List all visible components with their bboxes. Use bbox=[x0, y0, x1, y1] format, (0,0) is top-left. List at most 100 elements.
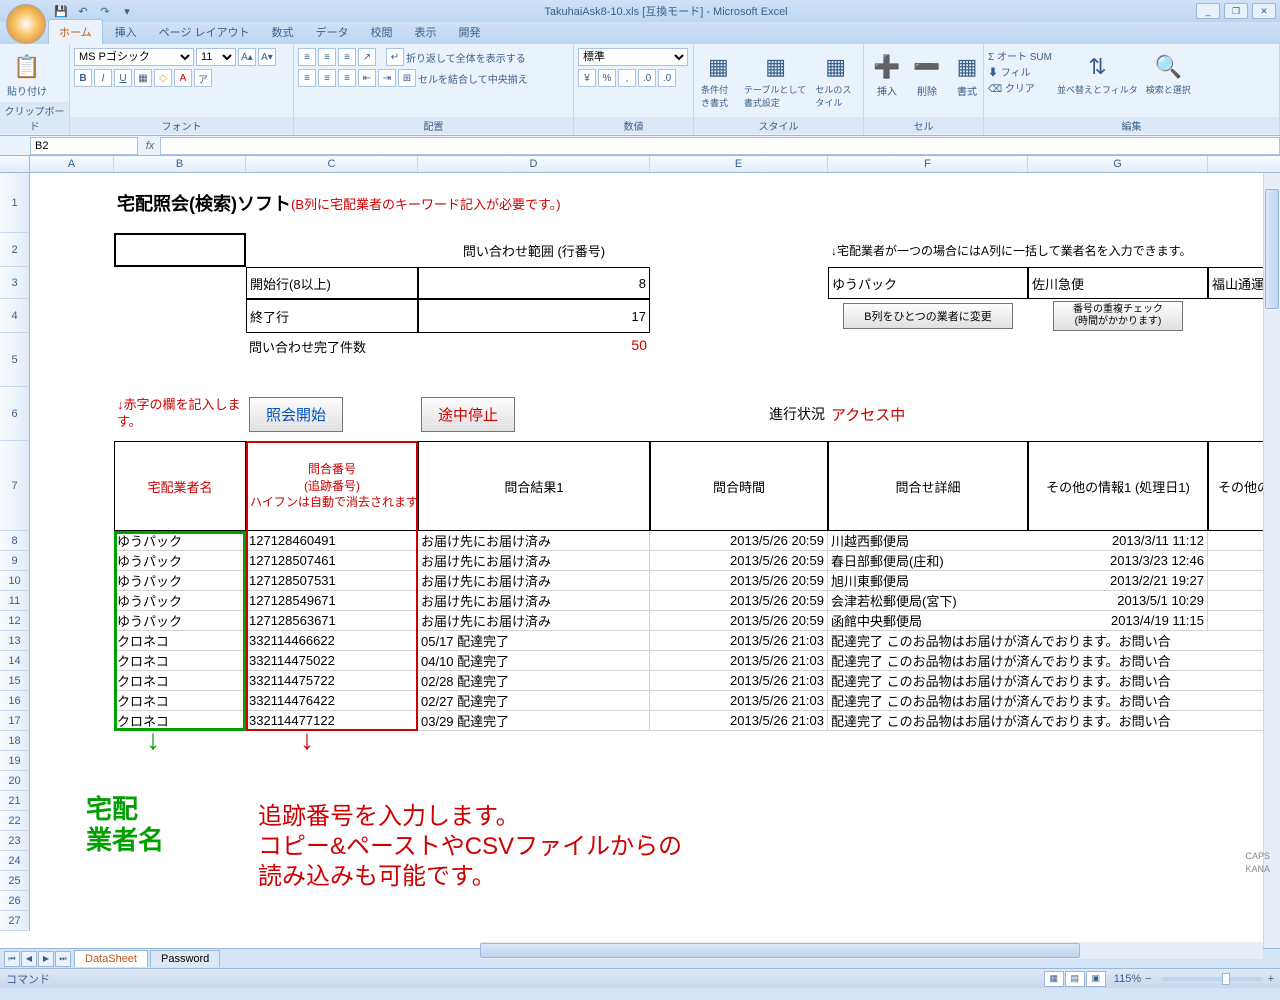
cell[interactable]: 2013/5/26 20:59 bbox=[650, 611, 828, 631]
minimize-button[interactable]: _ bbox=[1196, 3, 1220, 19]
cell[interactable]: 問合結果1 bbox=[418, 441, 650, 531]
row-header[interactable]: 10 bbox=[0, 571, 30, 591]
view-normal-button[interactable]: ▦ bbox=[1044, 971, 1064, 987]
cell[interactable]: 127128460491 bbox=[246, 531, 418, 551]
tab-nav-prev[interactable]: ◀ bbox=[21, 951, 37, 967]
cell[interactable]: 2013/2/21 19:27 bbox=[1028, 571, 1208, 591]
italic-button[interactable]: I bbox=[94, 69, 112, 87]
cell[interactable]: 332114475722 bbox=[246, 671, 418, 691]
worksheet[interactable]: A B C D E F G 12345678910111213141516171… bbox=[0, 156, 1280, 948]
start-query-button[interactable]: 照会開始 bbox=[249, 397, 343, 432]
fill-button[interactable]: ⬇ フィル bbox=[988, 64, 1052, 79]
cell[interactable]: 127128563671 bbox=[246, 611, 418, 631]
font-size-select[interactable]: 11 bbox=[196, 48, 236, 66]
underline-button[interactable]: U bbox=[114, 69, 132, 87]
cell[interactable]: クロネコ bbox=[114, 631, 246, 651]
col-header-b[interactable]: B bbox=[114, 156, 246, 172]
tab-dev[interactable]: 開発 bbox=[449, 20, 491, 44]
qat-dropdown-icon[interactable]: ▾ bbox=[118, 2, 136, 20]
undo-icon[interactable]: ↶ bbox=[74, 2, 92, 20]
cell[interactable]: その他の情報1 (処理日1) bbox=[1028, 441, 1208, 531]
col-header-f[interactable]: F bbox=[828, 156, 1028, 172]
row-header[interactable]: 18 bbox=[0, 731, 30, 751]
cell[interactable]: 問い合わせ完了件数 bbox=[246, 333, 418, 387]
redo-icon[interactable]: ↷ bbox=[96, 2, 114, 20]
close-button[interactable]: ✕ bbox=[1252, 3, 1276, 19]
row-header[interactable]: 14 bbox=[0, 651, 30, 671]
wrap-text-button[interactable]: 折り返して全体を表示する bbox=[406, 50, 526, 65]
insert-cells-button[interactable]: ➕挿入 bbox=[868, 48, 906, 101]
paste-button[interactable]: 📋貼り付け bbox=[4, 48, 50, 101]
fx-icon[interactable]: fx bbox=[140, 140, 160, 152]
orientation-icon[interactable]: ↗ bbox=[358, 48, 376, 66]
cell[interactable]: ↓宅配業者が一つの場合にはA列に一括して業者名を入力できます。 bbox=[828, 233, 1280, 267]
row-header[interactable]: 23 bbox=[0, 831, 30, 851]
tab-nav-last[interactable]: ⏭ bbox=[55, 951, 71, 967]
cell[interactable]: クロネコ bbox=[114, 711, 246, 731]
cell[interactable]: ゆうパック bbox=[114, 531, 246, 551]
row-header[interactable]: 1 bbox=[0, 173, 30, 233]
align-right-icon[interactable]: ≡ bbox=[338, 69, 356, 87]
cell[interactable]: ゆうパック bbox=[114, 551, 246, 571]
row-header[interactable]: 15 bbox=[0, 671, 30, 691]
h-scroll-thumb[interactable] bbox=[480, 943, 1080, 958]
cell[interactable]: お届け先にお届け済み bbox=[418, 531, 650, 551]
cell[interactable]: 2013/5/26 21:03 bbox=[650, 671, 828, 691]
row-header[interactable]: 24 bbox=[0, 851, 30, 871]
cell[interactable]: 50 bbox=[418, 333, 650, 387]
row-header[interactable]: 9 bbox=[0, 551, 30, 571]
tab-review[interactable]: 校閲 bbox=[361, 20, 403, 44]
autosum-button[interactable]: Σ オート SUM bbox=[988, 48, 1052, 63]
row-header[interactable]: 17 bbox=[0, 711, 30, 731]
row-header[interactable]: 4 bbox=[0, 299, 30, 333]
cell-style-button[interactable]: ▦セルのスタイル bbox=[812, 48, 859, 112]
col-header-c[interactable]: C bbox=[246, 156, 418, 172]
cell[interactable]: 127128507461 bbox=[246, 551, 418, 571]
cell[interactable]: 問い合わせ範囲 (行番号) bbox=[418, 233, 650, 267]
cell[interactable]: 2013/5/26 21:03 bbox=[650, 691, 828, 711]
row-header[interactable]: 8 bbox=[0, 531, 30, 551]
inc-decimal-icon[interactable]: .0 bbox=[638, 69, 656, 87]
zoom-in-button[interactable]: + bbox=[1268, 973, 1274, 985]
align-bot-icon[interactable]: ≡ bbox=[338, 48, 356, 66]
cell[interactable]: 2013/5/26 21:03 bbox=[650, 651, 828, 671]
cell[interactable]: 127128507531 bbox=[246, 571, 418, 591]
cell[interactable]: ゆうパック bbox=[114, 611, 246, 631]
row-header[interactable]: 11 bbox=[0, 591, 30, 611]
col-header-d[interactable]: D bbox=[418, 156, 650, 172]
row-header[interactable]: 25 bbox=[0, 871, 30, 891]
vertical-scrollbar[interactable] bbox=[1263, 173, 1280, 948]
align-left-icon[interactable]: ≡ bbox=[298, 69, 316, 87]
cell[interactable]: 2013/3/23 12:46 bbox=[1028, 551, 1208, 571]
indent-dec-icon[interactable]: ⇤ bbox=[358, 69, 376, 87]
sort-filter-button[interactable]: ⇅並べ替えとフィルタ bbox=[1054, 48, 1141, 99]
cell[interactable]: 配達完了 このお品物はお届けが済んでおります。お問い合 bbox=[828, 671, 1280, 691]
shrink-font-icon[interactable]: A▾ bbox=[258, 48, 276, 66]
delete-cells-button[interactable]: ➖削除 bbox=[908, 48, 946, 101]
align-center-icon[interactable]: ≡ bbox=[318, 69, 336, 87]
cell[interactable]: 問合時間 bbox=[650, 441, 828, 531]
cell[interactable]: 宅配業者名 bbox=[114, 441, 246, 531]
col-header-a[interactable]: A bbox=[30, 156, 114, 172]
cell[interactable]: 2013/5/1 10:29 bbox=[1028, 591, 1208, 611]
cell[interactable]: 03/29 配達完了 bbox=[418, 711, 650, 731]
row-header[interactable]: 16 bbox=[0, 691, 30, 711]
cell[interactable]: 配達完了 このお品物はお届けが済んでおります。お問い合 bbox=[828, 651, 1280, 671]
cell[interactable]: 127128549671 bbox=[246, 591, 418, 611]
cell[interactable]: クロネコ bbox=[114, 691, 246, 711]
cell[interactable]: 17 bbox=[418, 299, 650, 333]
conditional-format-button[interactable]: ▦条件付き書式 bbox=[698, 48, 739, 112]
clear-button[interactable]: ⌫ クリア bbox=[988, 80, 1052, 95]
zoom-slider[interactable] bbox=[1162, 977, 1262, 981]
cell[interactable]: 佐川急便 bbox=[1028, 267, 1208, 299]
comma-icon[interactable]: , bbox=[618, 69, 636, 87]
grow-font-icon[interactable]: A▴ bbox=[238, 48, 256, 66]
formula-input[interactable] bbox=[160, 137, 1280, 155]
merge-center-button[interactable]: セルを結合して中央揃え bbox=[418, 71, 528, 86]
fill-color-button[interactable]: ◇ bbox=[154, 69, 172, 87]
cell[interactable]: 問合せ詳細 bbox=[828, 441, 1028, 531]
cell[interactable]: 進行状況 bbox=[650, 387, 828, 441]
find-select-button[interactable]: 🔍検索と選択 bbox=[1143, 48, 1194, 99]
cell[interactable]: 開始行(8以上) bbox=[246, 267, 418, 299]
office-button[interactable] bbox=[6, 4, 46, 44]
